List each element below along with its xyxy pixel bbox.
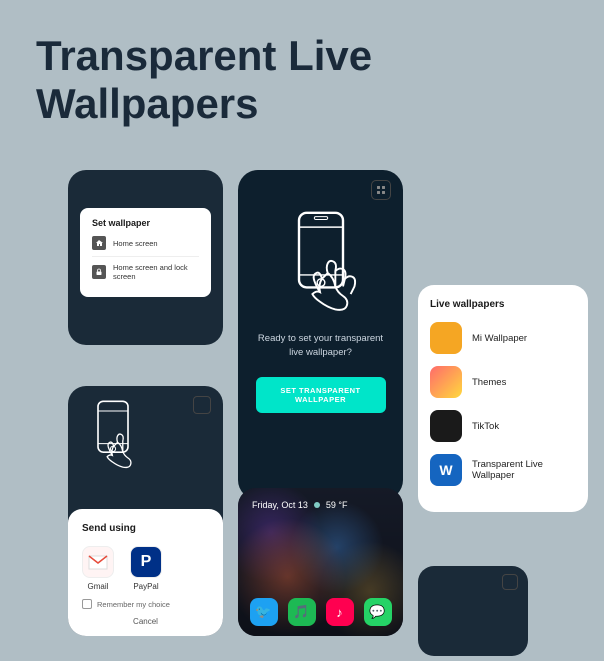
paypal-icon: P: [130, 546, 162, 578]
send-using-title: Send using: [82, 523, 209, 534]
spotify-icon: 🎵: [288, 598, 316, 626]
mi-wallpaper-name: Mi Wallpaper: [472, 333, 527, 344]
themes-thumb: [430, 366, 462, 398]
gmail-label: Gmail: [88, 582, 109, 591]
tiktok-icon: ♪: [326, 598, 354, 626]
set-wallpaper-button[interactable]: SET TRANSPARENT WALLPAPER: [256, 377, 386, 413]
twitter-icon: 🐦: [250, 598, 278, 626]
card-br-corner-icon: [502, 574, 518, 590]
card-photo: Friday, Oct 13 59 °F 🐦 🎵 ♪ 💬: [238, 488, 403, 636]
paypal-label: PayPal: [133, 582, 158, 591]
card-center-main: Ready to set your transparent live wallp…: [238, 170, 403, 500]
send-option-paypal[interactable]: P PayPal: [130, 546, 162, 591]
card-live-wallpapers: Live wallpapers Mi Wallpaper Themes TikT…: [418, 285, 588, 512]
whatsapp-icon: 💬: [364, 598, 392, 626]
phone-hand-small-illustration: [78, 398, 148, 473]
mi-wallpaper-thumb: [430, 322, 462, 354]
send-dialog: Send using Gmail P PayPal Remember my ch…: [68, 509, 223, 636]
home-icon: [92, 236, 106, 250]
weather-dot: [314, 502, 320, 508]
settings-icon: [371, 180, 391, 200]
list-item: W Transparent Live Wallpaper: [430, 454, 576, 486]
option-home-screen: Home screen: [113, 239, 158, 248]
tiktok-name: TikTok: [472, 421, 499, 432]
transparent-thumb: W: [430, 454, 462, 486]
send-options: Gmail P PayPal: [82, 546, 209, 591]
dialog-title: Set wallpaper: [92, 218, 199, 228]
app-icons-row: 🐦 🎵 ♪ 💬: [238, 598, 403, 626]
photo-date: Friday, Oct 13 59 °F: [252, 500, 347, 510]
dialog-option-1: Home screen: [92, 236, 199, 250]
transparent-wallpaper-name: Transparent Live Wallpaper: [472, 459, 576, 481]
option-home-lock-screen: Home screen and lock screen: [113, 263, 199, 281]
card-description: Ready to set your transparent live wallp…: [238, 332, 403, 361]
lock-icon: [92, 265, 106, 279]
themes-name: Themes: [472, 377, 506, 388]
remember-choice: Remember my choice: [82, 599, 209, 609]
live-wallpapers-title: Live wallpapers: [430, 299, 576, 310]
dialog-option-2: Home screen and lock screen: [92, 263, 199, 281]
list-item: Themes: [430, 366, 576, 398]
phone-hand-illustration: [276, 208, 366, 318]
gmail-icon: [82, 546, 114, 578]
page-title: Transparent LiveWallpapers: [36, 32, 372, 129]
dialog-box: Set wallpaper Home screen Home screen an…: [80, 208, 211, 297]
tiktok-thumb: [430, 410, 462, 442]
card-send-using: Send using Gmail P PayPal Remember my ch…: [68, 386, 223, 636]
list-item: Mi Wallpaper: [430, 322, 576, 354]
card-set-wallpaper: Set wallpaper Home screen Home screen an…: [68, 170, 223, 345]
card-corner-icon: [193, 396, 211, 414]
remember-checkbox[interactable]: [82, 599, 92, 609]
send-option-gmail[interactable]: Gmail: [82, 546, 114, 591]
cancel-button[interactable]: Cancel: [82, 617, 209, 626]
remember-text: Remember my choice: [97, 600, 170, 609]
card-bottom-right: [418, 566, 528, 656]
list-item: TikTok: [430, 410, 576, 442]
